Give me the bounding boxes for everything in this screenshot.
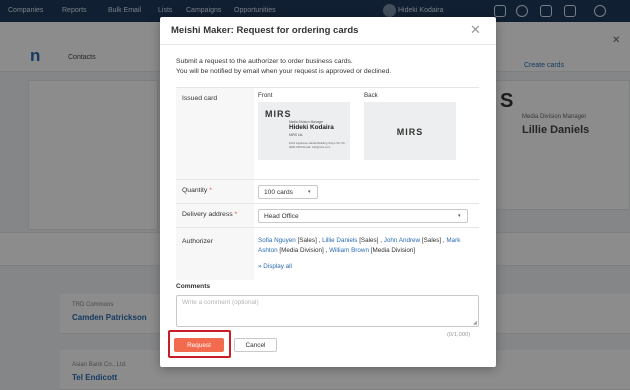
card-front-logo: MIRS xyxy=(265,109,292,119)
comments-textarea[interactable] xyxy=(176,295,479,327)
quantity-select[interactable]: 100 cards ▾ xyxy=(258,185,318,199)
authorizer-list: Sofia Nguyen [Sales] , Lillie Daniels [S… xyxy=(258,237,461,254)
dialog-header: Meishi Maker: Request for ordering cards… xyxy=(160,17,496,45)
cancel-button[interactable]: Cancel xyxy=(234,338,277,352)
order-form: Issued card Front Back MIRS Media Divisi… xyxy=(176,87,479,280)
delivery-address-value: Head Office xyxy=(264,213,299,220)
quantity-value: 100 cards xyxy=(264,189,293,196)
chevron-down-icon: ▾ xyxy=(308,189,311,195)
card-back-image: MIRS xyxy=(364,102,456,160)
chevron-down-icon: ▾ xyxy=(458,213,461,219)
issued-card-preview: Front Back MIRS Media Division Manager H… xyxy=(254,88,479,179)
authorizer-link[interactable]: John Andrew xyxy=(384,237,420,244)
authorizer-label: Authorizer xyxy=(176,228,254,280)
front-label: Front xyxy=(258,92,273,99)
comment-char-counter: (0/1,000) xyxy=(447,332,471,338)
card-front-name: Hideki Kodaira xyxy=(289,124,334,131)
dialog-intro: Submit a request to the authorizer to or… xyxy=(176,57,486,77)
quantity-label: Quantity * xyxy=(176,180,254,203)
card-front-image: MIRS Media Division Manager Hideki Kodai… xyxy=(258,102,350,160)
authorizer-link[interactable]: William Brown xyxy=(329,247,369,254)
resize-handle-icon[interactable]: ◢ xyxy=(473,320,477,326)
back-label: Back xyxy=(364,92,378,99)
comments-label: Comments xyxy=(176,283,211,290)
delivery-address-row: Delivery address * Head Office ▾ xyxy=(176,204,479,228)
dialog-title: Meishi Maker: Request for ordering cards xyxy=(171,25,359,36)
authorizer-link[interactable]: Sofia Nguyen xyxy=(258,237,296,244)
required-mark: * xyxy=(234,211,238,218)
intro-line-2: You will be notified by email when your … xyxy=(176,68,392,75)
order-cards-dialog: Meishi Maker: Request for ordering cards… xyxy=(160,17,496,367)
issued-card-label: Issued card xyxy=(176,88,254,179)
display-all-link[interactable]: » Display all xyxy=(258,263,292,270)
authorizer-row: Authorizer Sofia Nguyen [Sales] , Lillie… xyxy=(176,228,479,280)
card-front-address: 1001 Appletree Hanka Building Tokyo Tel:… xyxy=(289,141,346,149)
intro-line-1: Submit a request to the authorizer to or… xyxy=(176,58,353,65)
delivery-address-label: Delivery address * xyxy=(176,204,254,227)
issued-card-row: Issued card Front Back MIRS Media Divisi… xyxy=(176,88,479,180)
card-front-company: MIRS Ltd. xyxy=(289,133,304,137)
authorizer-link[interactable]: Lillie Daniels xyxy=(322,237,357,244)
quantity-row: Quantity * 100 cards ▾ xyxy=(176,180,479,204)
close-icon[interactable]: ✕ xyxy=(470,22,481,38)
request-button[interactable]: Request xyxy=(174,338,224,352)
delivery-address-select[interactable]: Head Office ▾ xyxy=(258,209,468,223)
required-mark: * xyxy=(209,187,212,194)
card-back-logo: MIRS xyxy=(396,127,424,137)
